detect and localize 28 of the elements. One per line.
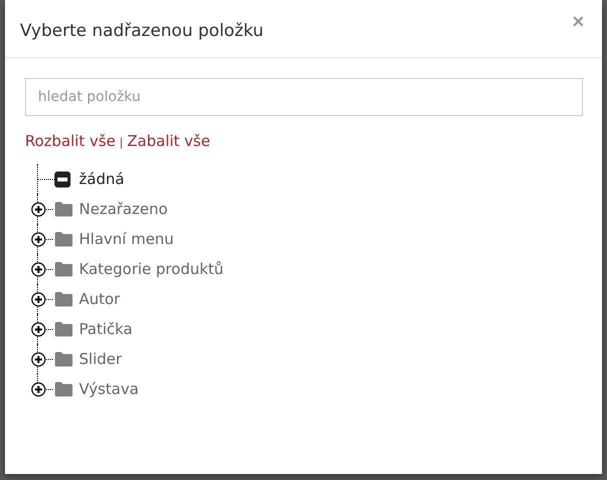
expand-icon[interactable] [31, 322, 46, 336]
tree-item[interactable]: Hlavní menu [79, 230, 174, 248]
tree-item[interactable]: Slider [79, 350, 122, 368]
expand-all-link[interactable]: Rozbalit vše [25, 132, 116, 150]
separator: | [119, 136, 124, 149]
tree-item[interactable]: Výstava [79, 380, 139, 398]
tree-item[interactable]: Kategorie produktů [79, 260, 224, 278]
expand-icon[interactable] [31, 232, 46, 246]
folder-icon [54, 351, 73, 367]
expand-icon[interactable] [31, 352, 46, 366]
tree-item[interactable]: Nezařazeno [79, 200, 168, 218]
folder-icon [54, 381, 73, 397]
collapse-all-link[interactable]: Zabalit vše [127, 132, 210, 150]
folder-icon [54, 201, 73, 217]
tree-item[interactable]: Patička [79, 320, 132, 338]
expand-icon[interactable] [31, 382, 46, 396]
search-field[interactable]: hledat položku [25, 78, 583, 116]
tree-item[interactable]: Autor [79, 290, 120, 308]
expand-icon[interactable] [31, 262, 46, 276]
folder-icon [54, 261, 73, 277]
dialog-title: Vyberte nadřazenou položku [20, 20, 264, 40]
folder-icon [54, 291, 73, 307]
minus-square-icon [54, 170, 71, 188]
folder-icon [54, 231, 73, 247]
tree-item[interactable]: žádná [79, 170, 124, 188]
folder-icon [54, 321, 73, 337]
expand-icon[interactable] [31, 202, 46, 216]
expand-icon[interactable] [31, 292, 46, 306]
